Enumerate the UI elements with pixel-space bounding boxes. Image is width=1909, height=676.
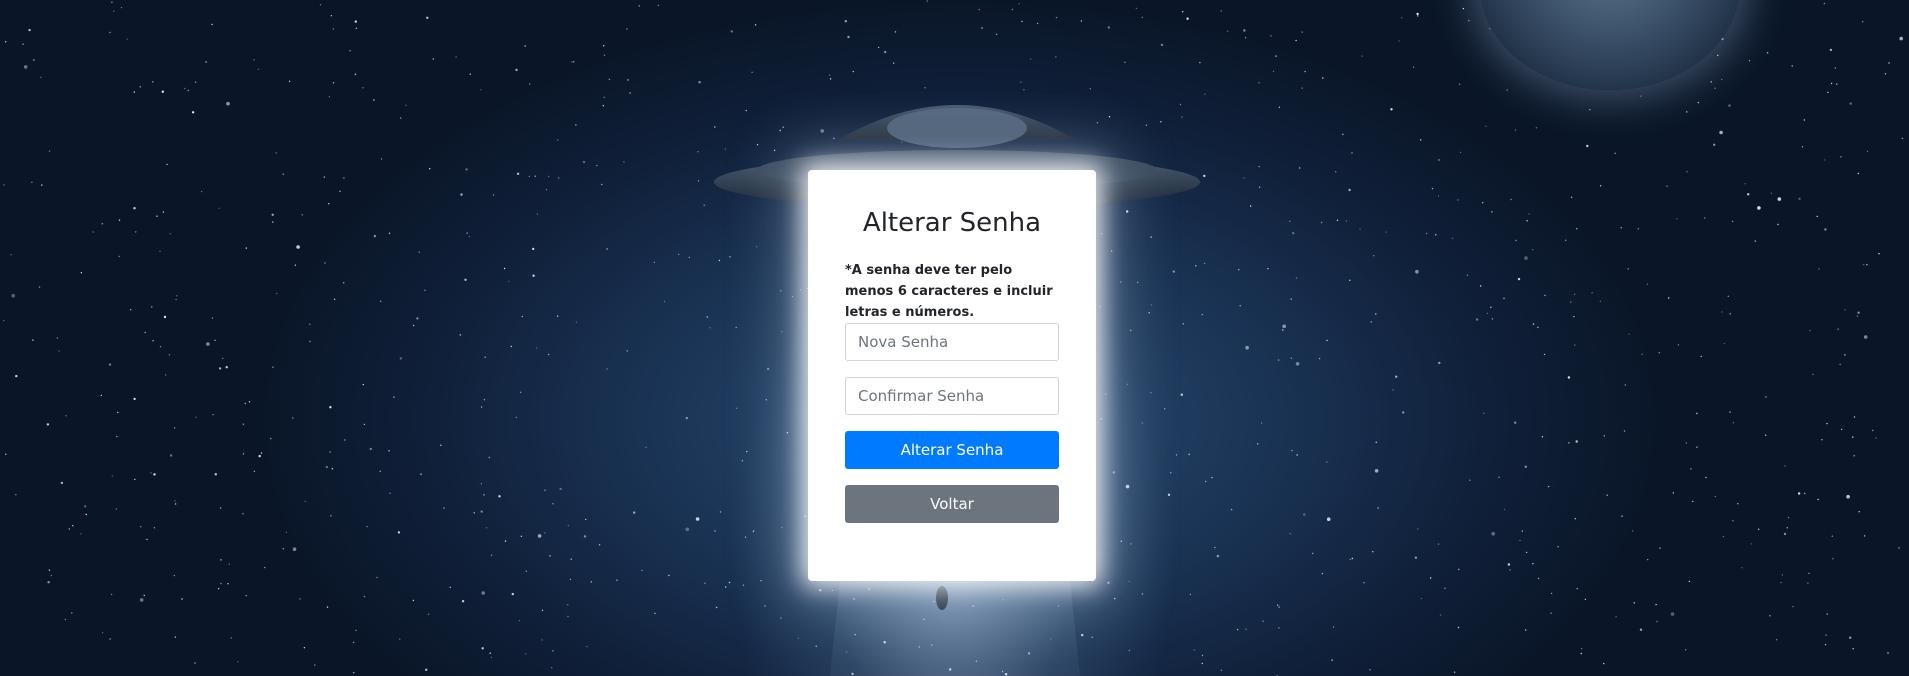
planet-icon (1480, 0, 1740, 90)
change-password-button[interactable]: Alterar Senha (845, 431, 1059, 469)
change-password-card: Alterar Senha *A senha deve ter pelo men… (808, 170, 1096, 581)
new-password-input[interactable] (845, 323, 1059, 361)
confirm-password-input[interactable] (845, 377, 1059, 415)
back-button[interactable]: Voltar (845, 485, 1059, 523)
space-background: Alterar Senha *A senha deve ter pelo men… (0, 0, 1909, 676)
page-title: Alterar Senha (862, 208, 1042, 238)
password-hint: *A senha deve ter pelo menos 6 caractere… (845, 263, 1053, 320)
